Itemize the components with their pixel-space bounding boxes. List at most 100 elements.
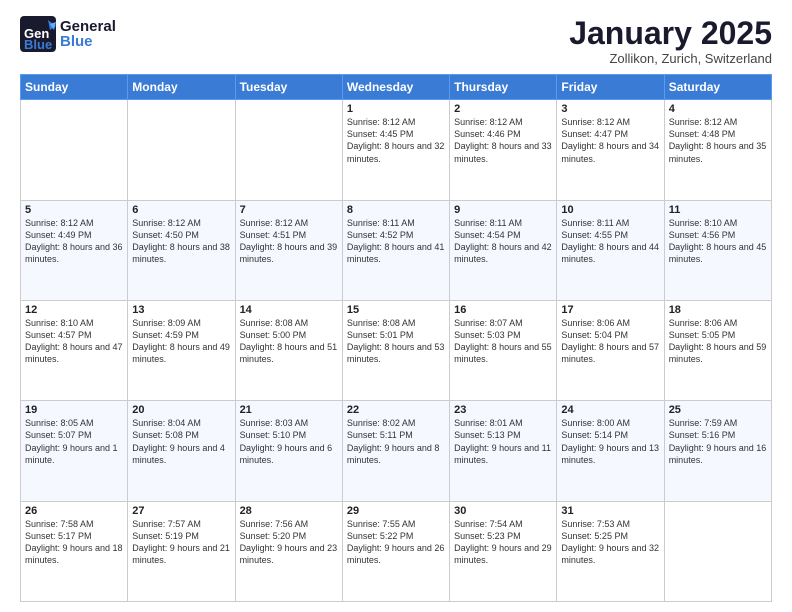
cell-details: Sunrise: 8:08 AM Sunset: 5:00 PM Dayligh…	[240, 317, 338, 366]
calendar-day-header: Sunday	[21, 75, 128, 100]
calendar-cell: 24Sunrise: 8:00 AM Sunset: 5:14 PM Dayli…	[557, 401, 664, 501]
calendar-cell: 4Sunrise: 8:12 AM Sunset: 4:48 PM Daylig…	[664, 100, 771, 200]
calendar-cell	[21, 100, 128, 200]
calendar-table: SundayMondayTuesdayWednesdayThursdayFrid…	[20, 74, 772, 602]
cell-details: Sunrise: 8:11 AM Sunset: 4:52 PM Dayligh…	[347, 217, 445, 266]
page: Gen Blue General Blue January 2025 Zolli…	[0, 0, 792, 612]
cell-details: Sunrise: 7:53 AM Sunset: 5:25 PM Dayligh…	[561, 518, 659, 567]
header: Gen Blue General Blue January 2025 Zolli…	[20, 16, 772, 66]
cell-details: Sunrise: 7:57 AM Sunset: 5:19 PM Dayligh…	[132, 518, 230, 567]
calendar-cell: 23Sunrise: 8:01 AM Sunset: 5:13 PM Dayli…	[450, 401, 557, 501]
calendar-cell: 28Sunrise: 7:56 AM Sunset: 5:20 PM Dayli…	[235, 501, 342, 601]
cell-details: Sunrise: 8:12 AM Sunset: 4:49 PM Dayligh…	[25, 217, 123, 266]
day-number: 28	[240, 505, 338, 517]
logo-general: General	[60, 19, 116, 34]
cell-details: Sunrise: 8:10 AM Sunset: 4:56 PM Dayligh…	[669, 217, 767, 266]
cell-details: Sunrise: 8:05 AM Sunset: 5:07 PM Dayligh…	[25, 417, 123, 466]
day-number: 27	[132, 505, 230, 517]
cell-details: Sunrise: 7:54 AM Sunset: 5:23 PM Dayligh…	[454, 518, 552, 567]
day-number: 10	[561, 204, 659, 216]
calendar-cell: 31Sunrise: 7:53 AM Sunset: 5:25 PM Dayli…	[557, 501, 664, 601]
calendar-week-row: 26Sunrise: 7:58 AM Sunset: 5:17 PM Dayli…	[21, 501, 772, 601]
calendar-week-row: 1Sunrise: 8:12 AM Sunset: 4:45 PM Daylig…	[21, 100, 772, 200]
day-number: 7	[240, 204, 338, 216]
calendar-header-row: SundayMondayTuesdayWednesdayThursdayFrid…	[21, 75, 772, 100]
day-number: 15	[347, 304, 445, 316]
day-number: 13	[132, 304, 230, 316]
location: Zollikon, Zurich, Switzerland	[569, 51, 772, 66]
cell-details: Sunrise: 7:55 AM Sunset: 5:22 PM Dayligh…	[347, 518, 445, 567]
day-number: 26	[25, 505, 123, 517]
calendar-cell: 20Sunrise: 8:04 AM Sunset: 5:08 PM Dayli…	[128, 401, 235, 501]
calendar-day-header: Friday	[557, 75, 664, 100]
day-number: 29	[347, 505, 445, 517]
cell-details: Sunrise: 8:12 AM Sunset: 4:45 PM Dayligh…	[347, 116, 445, 165]
day-number: 31	[561, 505, 659, 517]
calendar-cell: 22Sunrise: 8:02 AM Sunset: 5:11 PM Dayli…	[342, 401, 449, 501]
day-number: 18	[669, 304, 767, 316]
calendar-day-header: Wednesday	[342, 75, 449, 100]
cell-details: Sunrise: 8:02 AM Sunset: 5:11 PM Dayligh…	[347, 417, 445, 466]
day-number: 23	[454, 404, 552, 416]
calendar-cell: 27Sunrise: 7:57 AM Sunset: 5:19 PM Dayli…	[128, 501, 235, 601]
calendar-cell: 25Sunrise: 7:59 AM Sunset: 5:16 PM Dayli…	[664, 401, 771, 501]
calendar-cell: 26Sunrise: 7:58 AM Sunset: 5:17 PM Dayli…	[21, 501, 128, 601]
day-number: 24	[561, 404, 659, 416]
cell-details: Sunrise: 8:06 AM Sunset: 5:04 PM Dayligh…	[561, 317, 659, 366]
cell-details: Sunrise: 8:12 AM Sunset: 4:47 PM Dayligh…	[561, 116, 659, 165]
cell-details: Sunrise: 8:11 AM Sunset: 4:54 PM Dayligh…	[454, 217, 552, 266]
day-number: 11	[669, 204, 767, 216]
calendar-cell: 17Sunrise: 8:06 AM Sunset: 5:04 PM Dayli…	[557, 300, 664, 400]
cell-details: Sunrise: 8:07 AM Sunset: 5:03 PM Dayligh…	[454, 317, 552, 366]
cell-details: Sunrise: 8:12 AM Sunset: 4:46 PM Dayligh…	[454, 116, 552, 165]
calendar-cell: 30Sunrise: 7:54 AM Sunset: 5:23 PM Dayli…	[450, 501, 557, 601]
calendar-cell	[128, 100, 235, 200]
calendar-cell: 14Sunrise: 8:08 AM Sunset: 5:00 PM Dayli…	[235, 300, 342, 400]
calendar-cell: 21Sunrise: 8:03 AM Sunset: 5:10 PM Dayli…	[235, 401, 342, 501]
calendar-cell: 16Sunrise: 8:07 AM Sunset: 5:03 PM Dayli…	[450, 300, 557, 400]
svg-text:Blue: Blue	[24, 37, 52, 52]
cell-details: Sunrise: 8:12 AM Sunset: 4:50 PM Dayligh…	[132, 217, 230, 266]
calendar-cell: 13Sunrise: 8:09 AM Sunset: 4:59 PM Dayli…	[128, 300, 235, 400]
cell-details: Sunrise: 7:59 AM Sunset: 5:16 PM Dayligh…	[669, 417, 767, 466]
day-number: 6	[132, 204, 230, 216]
day-number: 14	[240, 304, 338, 316]
day-number: 20	[132, 404, 230, 416]
cell-details: Sunrise: 8:00 AM Sunset: 5:14 PM Dayligh…	[561, 417, 659, 466]
calendar-cell: 12Sunrise: 8:10 AM Sunset: 4:57 PM Dayli…	[21, 300, 128, 400]
calendar-cell: 11Sunrise: 8:10 AM Sunset: 4:56 PM Dayli…	[664, 200, 771, 300]
day-number: 5	[25, 204, 123, 216]
calendar-day-header: Saturday	[664, 75, 771, 100]
calendar-cell	[235, 100, 342, 200]
month-title: January 2025	[569, 16, 772, 51]
calendar-cell: 9Sunrise: 8:11 AM Sunset: 4:54 PM Daylig…	[450, 200, 557, 300]
cell-details: Sunrise: 8:08 AM Sunset: 5:01 PM Dayligh…	[347, 317, 445, 366]
calendar-cell: 19Sunrise: 8:05 AM Sunset: 5:07 PM Dayli…	[21, 401, 128, 501]
day-number: 1	[347, 103, 445, 115]
calendar-cell	[664, 501, 771, 601]
cell-details: Sunrise: 7:56 AM Sunset: 5:20 PM Dayligh…	[240, 518, 338, 567]
logo-icon: Gen Blue	[20, 16, 56, 52]
calendar-cell: 2Sunrise: 8:12 AM Sunset: 4:46 PM Daylig…	[450, 100, 557, 200]
calendar-cell: 1Sunrise: 8:12 AM Sunset: 4:45 PM Daylig…	[342, 100, 449, 200]
day-number: 3	[561, 103, 659, 115]
cell-details: Sunrise: 8:01 AM Sunset: 5:13 PM Dayligh…	[454, 417, 552, 466]
cell-details: Sunrise: 7:58 AM Sunset: 5:17 PM Dayligh…	[25, 518, 123, 567]
day-number: 4	[669, 103, 767, 115]
calendar-cell: 3Sunrise: 8:12 AM Sunset: 4:47 PM Daylig…	[557, 100, 664, 200]
calendar-day-header: Tuesday	[235, 75, 342, 100]
cell-details: Sunrise: 8:11 AM Sunset: 4:55 PM Dayligh…	[561, 217, 659, 266]
logo-blue: Blue	[60, 34, 116, 49]
day-number: 8	[347, 204, 445, 216]
title-area: January 2025 Zollikon, Zurich, Switzerla…	[569, 16, 772, 66]
calendar-day-header: Thursday	[450, 75, 557, 100]
calendar-cell: 7Sunrise: 8:12 AM Sunset: 4:51 PM Daylig…	[235, 200, 342, 300]
day-number: 19	[25, 404, 123, 416]
day-number: 17	[561, 304, 659, 316]
calendar-cell: 29Sunrise: 7:55 AM Sunset: 5:22 PM Dayli…	[342, 501, 449, 601]
cell-details: Sunrise: 8:03 AM Sunset: 5:10 PM Dayligh…	[240, 417, 338, 466]
calendar-day-header: Monday	[128, 75, 235, 100]
cell-details: Sunrise: 8:12 AM Sunset: 4:51 PM Dayligh…	[240, 217, 338, 266]
day-number: 30	[454, 505, 552, 517]
cell-details: Sunrise: 8:04 AM Sunset: 5:08 PM Dayligh…	[132, 417, 230, 466]
